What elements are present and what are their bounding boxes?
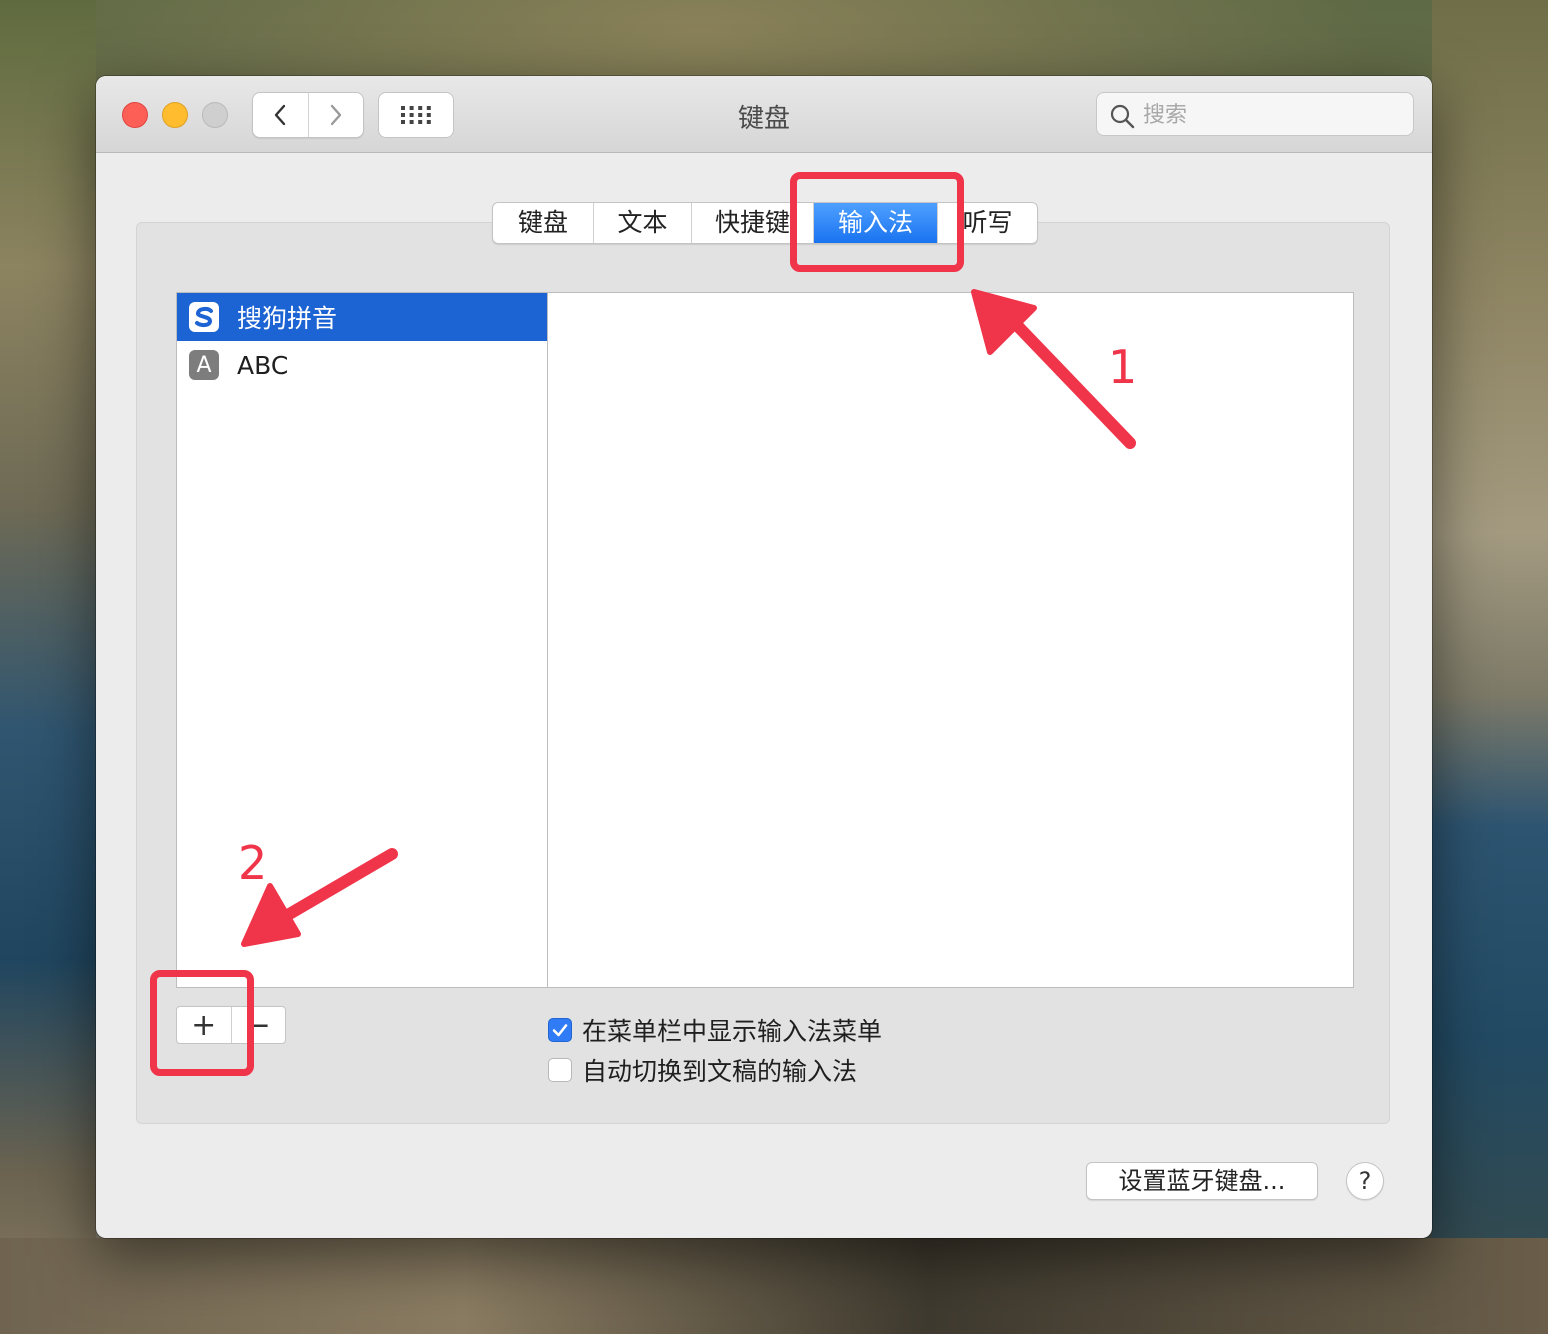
arrow-icon bbox=[971, 289, 1136, 449]
annotation-arrows bbox=[241, 289, 1136, 947]
arrow-icon bbox=[241, 848, 398, 947]
